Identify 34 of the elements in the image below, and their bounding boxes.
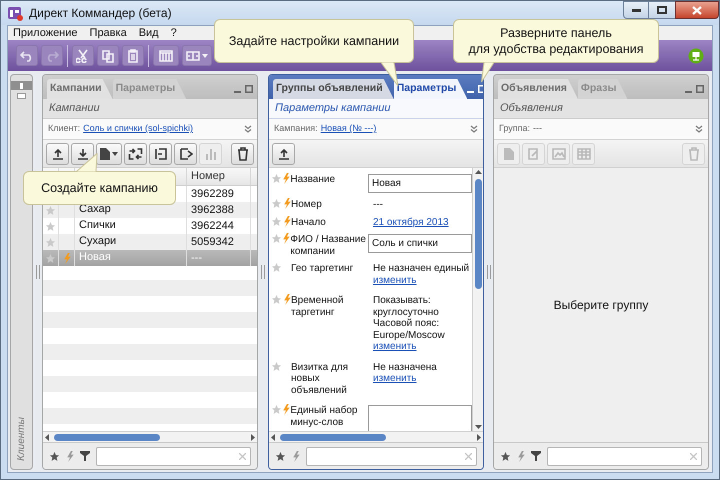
campaign-name: Сухари [79,234,116,248]
field-label: Название [290,173,336,187]
field-value: Не назначен единый [373,263,470,274]
context-label: Клиент: [48,122,80,136]
field-value: круглосуточно [373,306,440,318]
field-value: --- [373,199,383,210]
panel-subtitle: Кампании [49,101,100,116]
context-label: Группа: [499,122,530,136]
field-label: Визитка для новых объявлений [291,360,350,396]
panel-subtitle: Объявления [500,101,563,116]
campaign-number: 3962244 [191,218,234,234]
callout-tooltip: Разверните панель для удобства редактирования [453,19,659,63]
campaign-number: 5059342 [191,234,234,250]
campaign-number: --- [191,250,202,266]
context-value: --- [533,122,542,136]
field-label: Гео таргетинг [291,262,354,276]
field-label: Единый набор минус-слов [290,404,358,430]
campaign-number: 3962289 [191,186,234,202]
campaign-number: 3962388 [191,202,234,218]
field-label: Начало [291,216,327,228]
field-label: Временной таргетинг [291,294,344,320]
callout-tooltip: Задайте настройки кампании [214,19,414,63]
field-label: ФИО / Название компании [290,233,367,257]
campaign-name: Спички [79,218,116,232]
campaign-name: Новая [79,250,111,264]
field-value: Europe/Moscow [373,330,445,341]
field-value: Не назначена [373,362,437,373]
context-label: Кампания: [274,122,318,136]
field-label: Номер [291,198,323,210]
panel-subtitle: Параметры кампании [275,101,390,116]
window-title: Директ Коммандер (бета) [29,5,172,22]
field-value: Показывать: [373,295,432,306]
field-value: Часовой пояс: [373,318,440,330]
empty-message: Выберите группу [554,297,648,314]
